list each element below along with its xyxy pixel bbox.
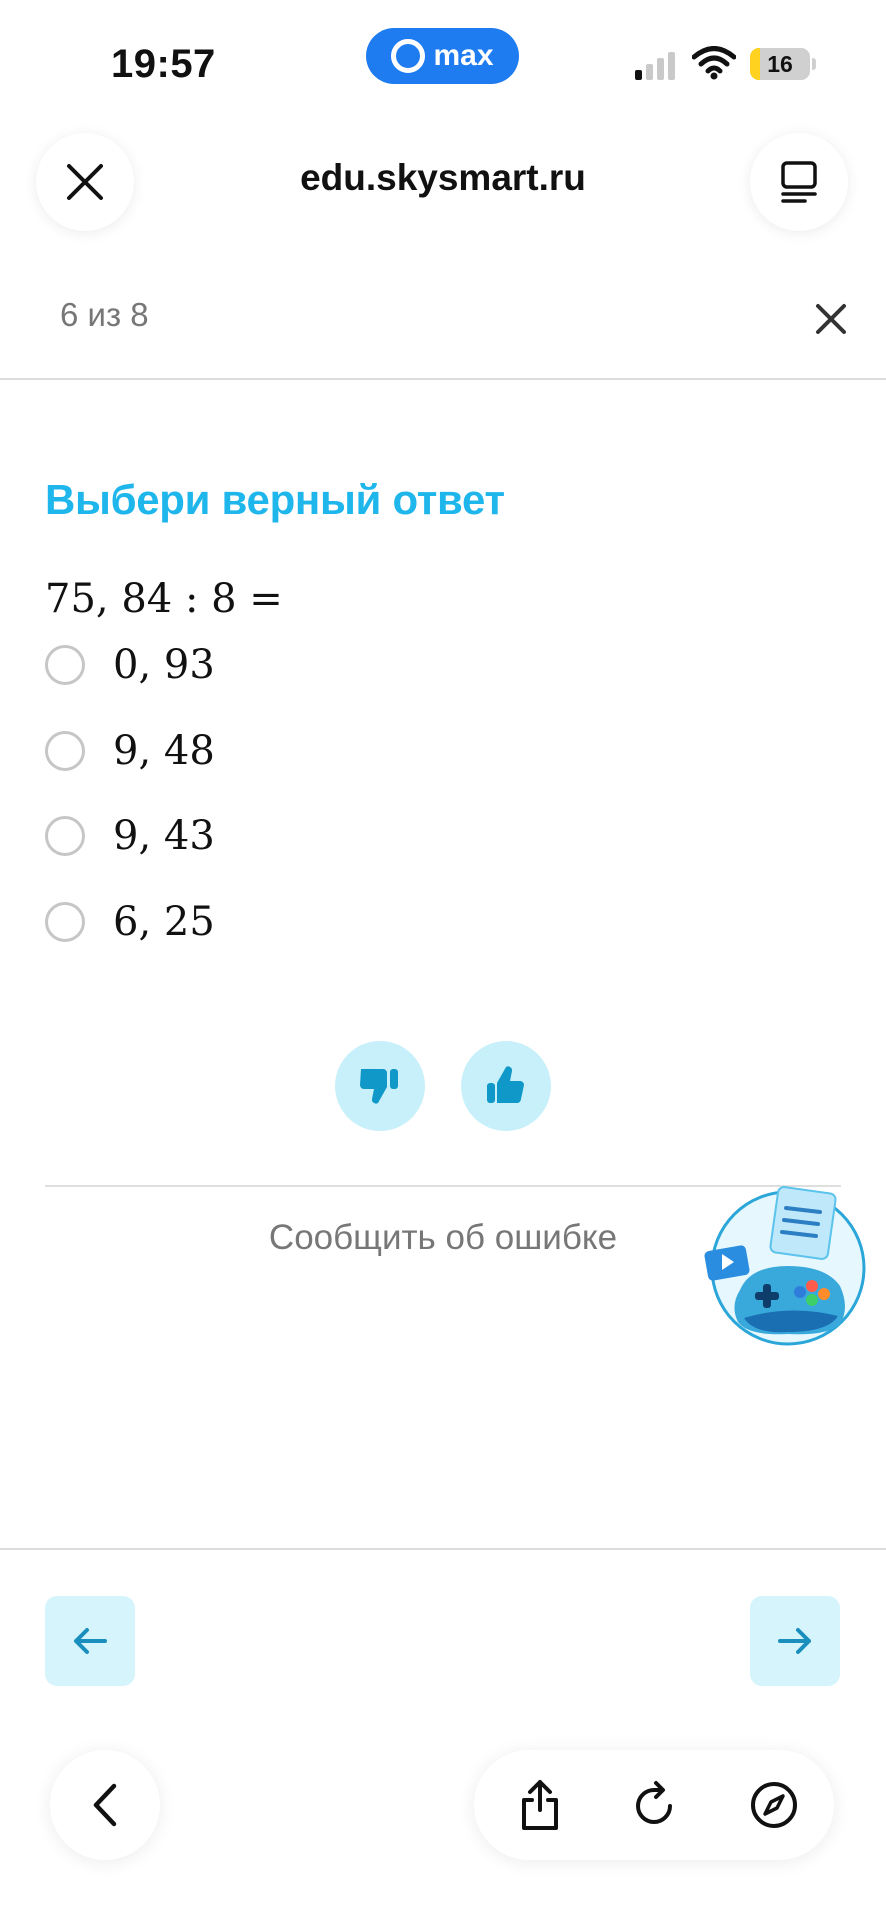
- reload-icon: [636, 1781, 672, 1824]
- previous-task-button[interactable]: [45, 1596, 135, 1686]
- like-button[interactable]: [461, 1041, 551, 1131]
- task-expression: 75, 84 : 8 =: [45, 576, 283, 622]
- radio-button[interactable]: [45, 645, 85, 685]
- status-time: 19:57: [111, 42, 216, 86]
- status-bar: 19:57 max 16: [0, 0, 886, 120]
- share-icon: [522, 1780, 558, 1830]
- max-app-pill[interactable]: max: [366, 28, 519, 84]
- cellular-signal-icon: [635, 50, 675, 80]
- dislike-button[interactable]: [335, 1041, 425, 1131]
- answer-option-label: 6, 25: [113, 899, 215, 945]
- tabs-overview-button[interactable]: [750, 133, 848, 231]
- thumbs-down-icon: [360, 1069, 398, 1104]
- answer-option-label: 9, 48: [113, 728, 215, 774]
- chat-bubble-icon: [391, 39, 426, 73]
- task-progress: 6 из 8: [60, 296, 149, 333]
- radio-button[interactable]: [45, 902, 85, 942]
- answer-option[interactable]: 9, 43: [45, 812, 215, 860]
- signal-bar: [646, 64, 653, 80]
- max-pill-label: max: [433, 39, 494, 72]
- signal-bar: [668, 52, 675, 80]
- arrow-left-icon: [74, 1628, 107, 1654]
- next-task-button[interactable]: [750, 1596, 840, 1686]
- answer-option[interactable]: 6, 25: [45, 898, 215, 946]
- reload-button[interactable]: [626, 1777, 682, 1833]
- radio-button[interactable]: [45, 816, 85, 856]
- chevron-left-icon: [93, 1783, 117, 1827]
- gamepad-icon: [734, 1266, 845, 1335]
- wifi-icon: [692, 46, 736, 80]
- task-title: Выбери верный ответ: [45, 476, 505, 523]
- battery-icon: 16: [750, 48, 810, 80]
- answer-option-label: 9, 43: [113, 813, 215, 859]
- share-button[interactable]: [512, 1777, 568, 1833]
- tabs-icon: [781, 161, 817, 203]
- close-icon[interactable]: [812, 300, 850, 338]
- battery-tip: [812, 58, 816, 70]
- signal-bar: [657, 58, 664, 80]
- radio-button[interactable]: [45, 731, 85, 771]
- signal-bar: [635, 70, 642, 80]
- browser-back-button[interactable]: [50, 1750, 160, 1860]
- battery-percent: 16: [767, 51, 793, 77]
- game-promo-badge[interactable]: [700, 1178, 870, 1348]
- browser-toolbar: [474, 1750, 834, 1860]
- footer-divider: [0, 1548, 886, 1550]
- compass-button[interactable]: [746, 1777, 802, 1833]
- arrow-right-icon: [778, 1628, 811, 1654]
- document-icon: [769, 1186, 837, 1260]
- answer-option[interactable]: 9, 48: [45, 727, 215, 775]
- answer-option-label: 0, 93: [113, 642, 215, 688]
- header-divider: [0, 378, 886, 380]
- answer-option[interactable]: 0, 93: [45, 641, 215, 689]
- thumbs-up-icon: [487, 1066, 524, 1103]
- compass-icon: [751, 1782, 797, 1828]
